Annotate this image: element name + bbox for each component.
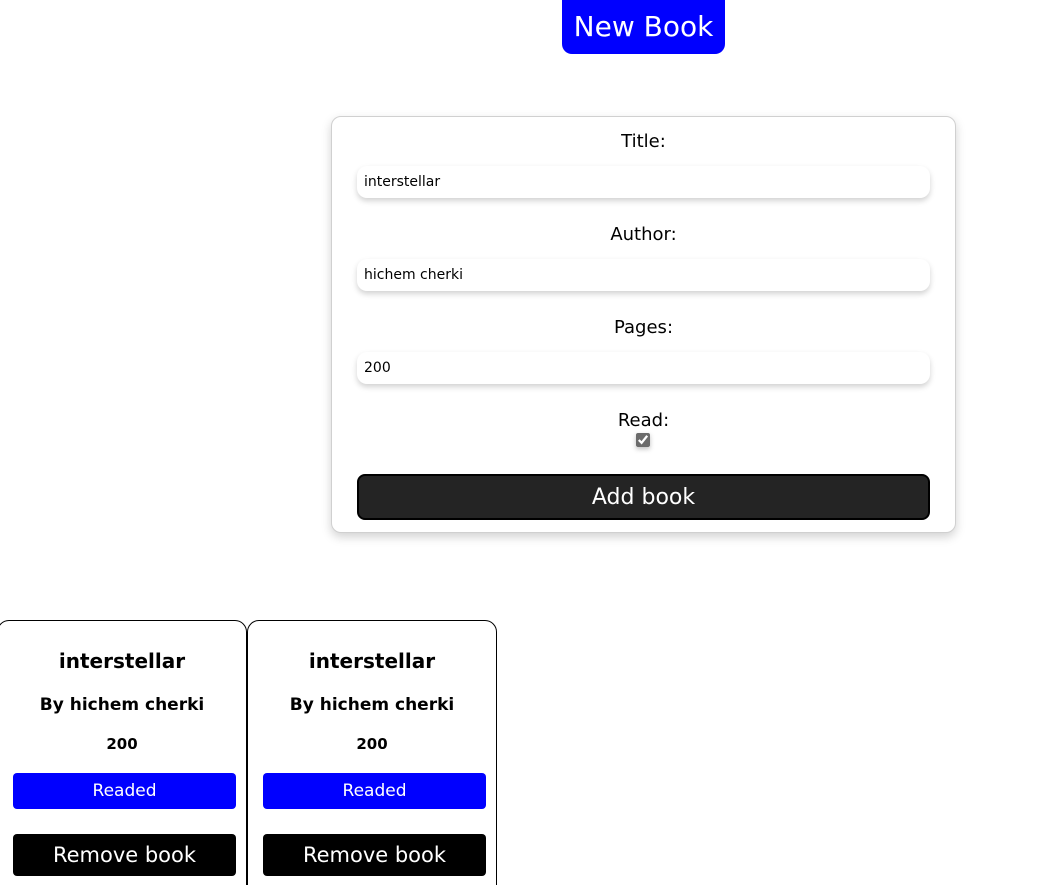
book-title: interstellar (308, 649, 436, 673)
read-status-button[interactable]: Readed (263, 773, 486, 809)
book-author: By hichem cherki (289, 695, 455, 715)
new-book-button[interactable]: New Book (562, 0, 725, 54)
pages-input[interactable] (357, 352, 930, 384)
read-checkbox[interactable] (636, 433, 650, 447)
book-pages: 200 (356, 735, 388, 753)
pages-label: Pages: (613, 317, 674, 338)
title-input[interactable] (357, 166, 930, 198)
book-card: interstellar By hichem cherki 200 Readed… (247, 620, 497, 885)
remove-book-button[interactable]: Remove book (13, 834, 236, 876)
book-card: interstellar By hichem cherki 200 Readed… (0, 620, 247, 885)
book-pages: 200 (106, 735, 138, 753)
add-book-form: Title: Author: Pages: Read: Add book (331, 116, 956, 533)
remove-book-button[interactable]: Remove book (263, 834, 486, 876)
author-input[interactable] (357, 259, 930, 291)
author-label: Author: (610, 224, 677, 245)
book-author: By hichem cherki (39, 695, 205, 715)
read-label: Read: (617, 410, 670, 431)
title-label: Title: (621, 131, 666, 152)
add-book-button[interactable]: Add book (357, 474, 930, 520)
book-title: interstellar (58, 649, 186, 673)
page: New Book Title: Author: Pages: Read: Add… (0, 0, 1037, 885)
read-status-button[interactable]: Readed (13, 773, 236, 809)
